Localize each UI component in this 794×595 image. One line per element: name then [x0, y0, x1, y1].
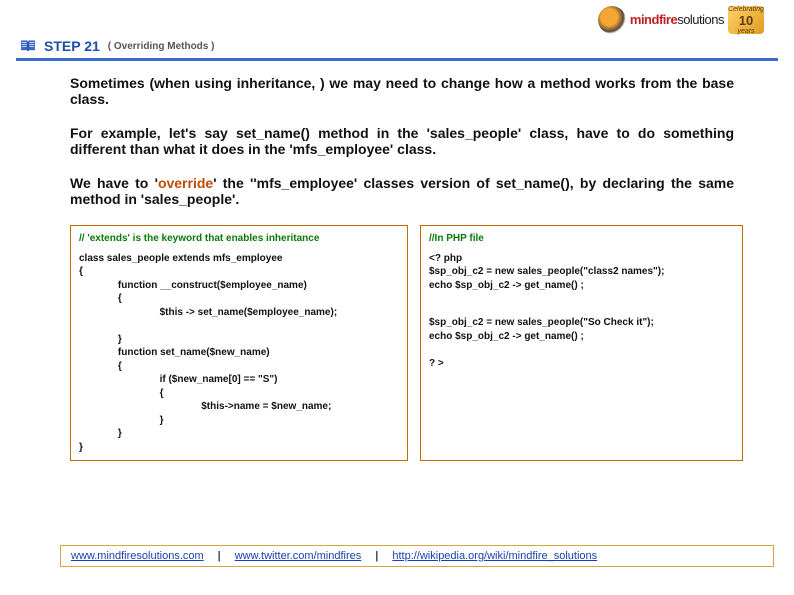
anniversary-badge: Celebrating 10 years [728, 6, 764, 34]
step-header: STEP 21 ( Overriding Methods ) [20, 38, 774, 54]
badge-years: 10 [739, 13, 753, 28]
logo-text-block: mindfiresolutions [630, 12, 724, 28]
step-number: STEP 21 [44, 38, 100, 54]
paragraph-3: We have to 'override' the ''mfs_employee… [70, 175, 734, 207]
footer-link-wiki[interactable]: http://wikipedia.org/wiki/mindfire_solut… [392, 550, 597, 562]
footer-link-twitter[interactable]: www.twitter.com/mindfires [235, 550, 362, 562]
paragraph-1: Sometimes (when using inheritance, ) we … [70, 75, 734, 107]
para3-highlight: override [158, 175, 213, 191]
code-body-right-1: <? php $sp_obj_c2 = new sales_people("cl… [429, 252, 734, 293]
logo-icon [598, 6, 626, 34]
slide-page: mindfiresolutions Celebrating 10 years S… [0, 0, 794, 595]
para3-pre: We have to ' [70, 175, 158, 191]
footer-links: www.mindfiresolutions.com | www.twitter.… [60, 545, 774, 567]
step-subtitle: ( Overriding Methods ) [108, 41, 215, 52]
badge-bottom: years [737, 28, 754, 35]
footer-sep-1: | [218, 550, 221, 562]
brand-header: mindfiresolutions Celebrating 10 years [598, 6, 764, 34]
code-body-right-2: $sp_obj_c2 = new sales_people("So Check … [429, 316, 734, 343]
code-comment-left: // 'extends' is the keyword that enables… [79, 232, 399, 246]
main-content: Sometimes (when using inheritance, ) we … [70, 75, 734, 461]
footer-sep-2: | [375, 550, 378, 562]
code-body-left: class sales_people extends mfs_employee … [79, 252, 399, 455]
code-box-class-def: // 'extends' is the keyword that enables… [70, 225, 408, 461]
brand-primary: mindfire [630, 12, 677, 27]
code-box-usage: //In PHP file <? php $sp_obj_c2 = new sa… [420, 225, 743, 461]
book-icon [20, 39, 36, 53]
code-comment-right: //In PHP file [429, 232, 734, 246]
header-rule [16, 58, 778, 61]
brand-secondary: solutions [677, 12, 724, 27]
footer-link-site[interactable]: www.mindfiresolutions.com [71, 550, 204, 562]
badge-top: Celebrating [728, 6, 764, 13]
code-row: // 'extends' is the keyword that enables… [70, 225, 734, 461]
code-body-right-3: ? > [429, 357, 734, 371]
brand-name: mindfiresolutions [630, 12, 724, 27]
paragraph-2: For example, let's say set_name() method… [70, 125, 734, 157]
